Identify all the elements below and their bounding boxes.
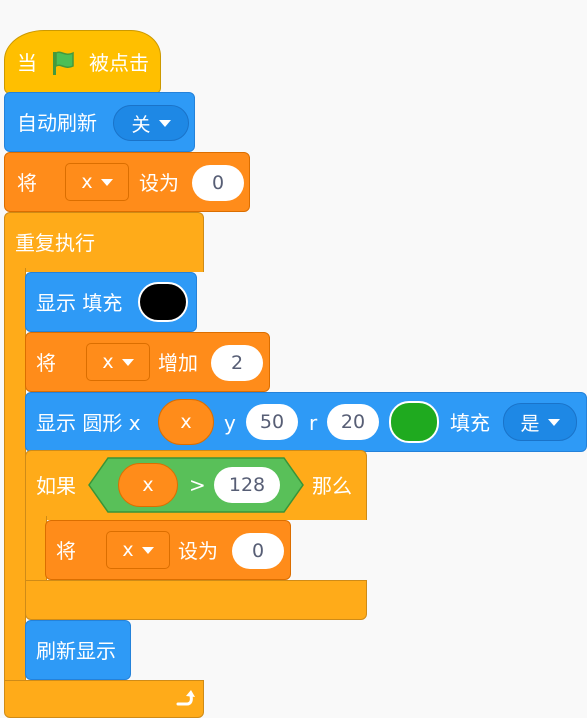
chevron-down-icon bbox=[100, 178, 113, 186]
chevron-down-icon bbox=[158, 119, 171, 127]
if-label: 如果 bbox=[36, 474, 76, 498]
change-value-input[interactable]: 2 bbox=[211, 345, 263, 381]
set-to-label: 设为 bbox=[178, 539, 218, 563]
variable-dropdown[interactable]: x bbox=[106, 531, 170, 569]
r-label: r bbox=[309, 411, 318, 435]
show-circle-label: 显示 圆形 x bbox=[36, 411, 141, 435]
fill-value: 是 bbox=[520, 412, 540, 435]
auto-refresh-value: 关 bbox=[131, 113, 151, 136]
set-label: 将 bbox=[56, 539, 76, 563]
forever-bottom bbox=[4, 680, 204, 718]
forever-arm bbox=[4, 268, 26, 684]
r-value-input[interactable]: 20 bbox=[327, 404, 379, 440]
show-fill-block[interactable]: 显示 填充 bbox=[25, 272, 197, 332]
set-label: 将 bbox=[17, 171, 37, 195]
green-flag-icon bbox=[49, 49, 77, 77]
if-arm bbox=[25, 516, 47, 584]
variable-name: x bbox=[81, 171, 93, 193]
forever-label: 重复执行 bbox=[15, 231, 95, 255]
y-label: y bbox=[224, 411, 236, 435]
set-to-label: 设为 bbox=[139, 171, 179, 195]
set-value-input[interactable]: 0 bbox=[192, 165, 244, 201]
if-block[interactable]: 如果 x > 128 那么 bbox=[25, 450, 367, 520]
x-variable-reporter[interactable]: x bbox=[118, 463, 178, 507]
y-value-input[interactable]: 50 bbox=[246, 404, 298, 440]
variable-name: x bbox=[102, 351, 114, 373]
when-flag-clicked-block[interactable]: 当 被点击 bbox=[4, 30, 161, 94]
forever-block[interactable]: 重复执行 bbox=[4, 212, 204, 272]
show-fill-label: 显示 填充 bbox=[36, 291, 123, 315]
chevron-down-icon bbox=[121, 358, 134, 366]
change-variable-block[interactable]: 将 x 增加 2 bbox=[25, 332, 270, 392]
change-by-label: 增加 bbox=[158, 351, 198, 375]
then-label: 那么 bbox=[312, 474, 352, 498]
fill-label: 填充 bbox=[450, 411, 490, 435]
if-bottom bbox=[25, 580, 367, 620]
variable-dropdown[interactable]: x bbox=[65, 163, 129, 201]
greater-than-operator[interactable]: x > 128 bbox=[88, 457, 304, 513]
compare-value-input[interactable]: 128 bbox=[214, 467, 280, 503]
set-variable-block[interactable]: 将 x 设为 0 bbox=[4, 152, 250, 212]
variable-name: x bbox=[122, 539, 134, 561]
auto-refresh-dropdown[interactable]: 关 bbox=[113, 105, 189, 141]
fill-color-swatch[interactable] bbox=[138, 282, 188, 322]
circle-color-swatch[interactable] bbox=[389, 401, 439, 443]
refresh-display-block[interactable]: 刷新显示 bbox=[25, 620, 131, 680]
chevron-down-icon bbox=[547, 418, 560, 426]
refresh-label: 刷新显示 bbox=[36, 639, 116, 663]
hat-prefix-label: 当 bbox=[17, 51, 37, 75]
x-variable-reporter[interactable]: x bbox=[158, 399, 214, 445]
show-circle-block[interactable]: 显示 圆形 x x y 50 r 20 填充 是 bbox=[25, 392, 587, 452]
set-variable-block[interactable]: 将 x 设为 0 bbox=[45, 520, 291, 580]
variable-dropdown[interactable]: x bbox=[86, 343, 150, 381]
chevron-down-icon bbox=[141, 546, 154, 554]
loop-arrow-icon bbox=[173, 686, 197, 710]
auto-refresh-label: 自动刷新 bbox=[17, 111, 97, 135]
hat-suffix-label: 被点击 bbox=[89, 51, 149, 75]
fill-dropdown[interactable]: 是 bbox=[503, 403, 577, 441]
change-label: 将 bbox=[36, 351, 56, 375]
auto-refresh-block[interactable]: 自动刷新 关 bbox=[4, 92, 195, 152]
set-value-input[interactable]: 0 bbox=[232, 533, 284, 569]
operator-symbol: > bbox=[189, 473, 206, 497]
